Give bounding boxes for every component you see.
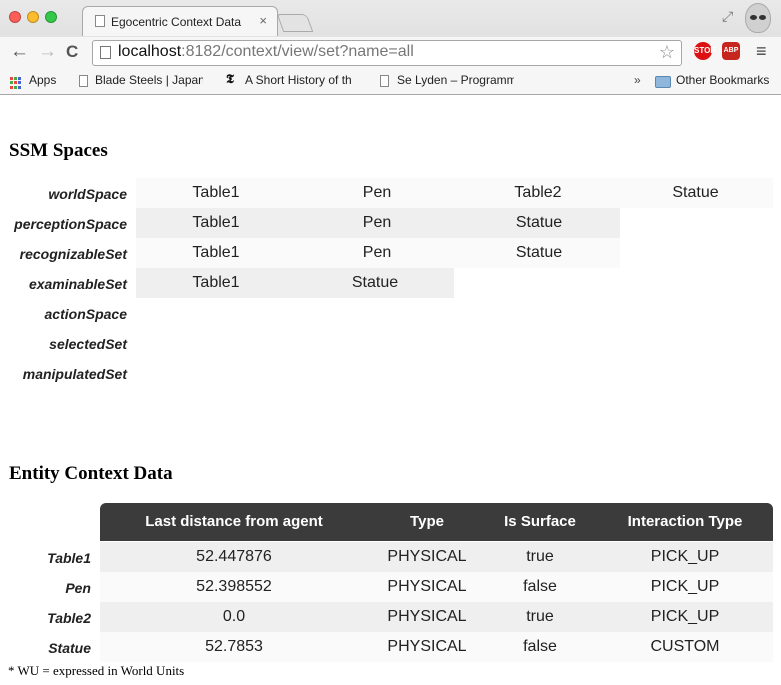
surface-cell: true [526, 548, 554, 565]
bookmarks-bar: Apps Blade Steels | Japan 𝕿 A Short Hist… [0, 69, 781, 94]
entity-row-label: Pen [65, 580, 91, 596]
column-header: Type [410, 513, 444, 530]
table-row: 52.7853 PHYSICAL false CUSTOM [100, 632, 773, 662]
row-label-examinableset: examinableSet [28, 276, 127, 292]
row-label-perceptionspace: perceptionSpace [14, 216, 127, 232]
tab-title: Egocentric Context Data [111, 15, 242, 29]
profile-avatar-icon[interactable] [745, 3, 771, 33]
ssm-cell: Table1 [136, 208, 296, 238]
entity-table-header: Last distance from agent Type Is Surface… [100, 503, 773, 541]
surface-cell: true [526, 608, 554, 625]
ssm-cell: Table2 [458, 178, 618, 208]
page-icon [79, 75, 88, 87]
tab-close-icon[interactable]: × [259, 13, 267, 28]
table-row: 52.447876 PHYSICAL true PICK_UP [100, 542, 773, 572]
forward-button[interactable]: → [38, 42, 57, 62]
browser-chrome: Egocentric Context Data × ⤢ ← → C localh… [0, 0, 781, 95]
row-label-manipulatedset: manipulatedSet [22, 366, 127, 382]
bookmark-item[interactable]: Blade Steels | Japan [95, 73, 203, 87]
browser-toolbar: ← → C localhost:8182/context/view/set?na… [0, 37, 781, 69]
interaction-cell: PICK_UP [650, 608, 720, 625]
entity-context-heading: Entity Context Data [9, 463, 173, 484]
bookmark-apps[interactable]: Apps [29, 73, 56, 87]
ssm-cell: Table1 [136, 268, 296, 298]
column-header: Last distance from agent [145, 513, 323, 530]
row-label-recognizableset: recognizableSet [19, 246, 127, 262]
ssm-cell: Pen [296, 178, 458, 208]
interaction-cell: CUSTOM [650, 638, 720, 655]
ssm-cell: Table1 [136, 238, 296, 268]
folder-icon [655, 76, 671, 88]
type-cell: PHYSICAL [387, 578, 467, 595]
column-header: Interaction Type [627, 513, 743, 530]
footnote: * WU = expressed in World Units [8, 663, 185, 678]
page-icon [100, 46, 111, 59]
distance-cell: 52.7853 [205, 638, 263, 655]
window-controls [9, 11, 57, 23]
table-row: 52.398552 PHYSICAL false PICK_UP [100, 572, 773, 602]
zoom-window-button[interactable] [45, 11, 57, 23]
row-label-actionspace: actionSpace [44, 306, 127, 322]
url-text[interactable]: localhost:8182/context/view/set?name=all [118, 43, 414, 61]
ssm-cell: Statue [458, 208, 620, 238]
bookmark-other[interactable]: Other Bookmarks [676, 73, 769, 87]
distance-cell: 52.447876 [196, 548, 272, 565]
entity-row-label: Table1 [47, 550, 91, 566]
apps-icon[interactable] [10, 77, 22, 89]
surface-cell: false [523, 638, 557, 655]
new-tab-button[interactable] [276, 14, 314, 32]
table-row: 0.0 PHYSICAL true PICK_UP [100, 602, 773, 632]
chrome-menu-icon[interactable]: ≡ [756, 42, 767, 60]
entity-row-label: Statue [48, 640, 91, 656]
bookmark-star-icon[interactable]: ☆ [659, 42, 675, 63]
distance-cell: 52.398552 [196, 578, 272, 595]
ssm-cell: Table1 [136, 178, 296, 208]
bookmark-item[interactable]: Se Lyden – Programm [397, 73, 514, 87]
ssm-cell: Statue [458, 238, 620, 268]
nyt-icon: 𝕿 [226, 72, 234, 87]
fullscreen-icon[interactable]: ⤢ [722, 8, 733, 25]
ssm-cell: Pen [296, 208, 458, 238]
row-label-worldspace: worldSpace [48, 186, 127, 202]
ssm-cell: Statue [618, 178, 773, 208]
adblock-plus-icon[interactable]: ABP [722, 42, 740, 60]
distance-cell: 0.0 [222, 608, 246, 625]
entity-row-label: Table2 [47, 610, 91, 626]
tab-egocentric-context-data[interactable]: Egocentric Context Data × [82, 6, 278, 36]
address-bar[interactable]: localhost:8182/context/view/set?name=all… [92, 40, 682, 66]
close-window-button[interactable] [9, 11, 21, 23]
page-icon [380, 75, 389, 87]
surface-cell: false [523, 578, 557, 595]
bookmarks-overflow-icon[interactable]: » [634, 73, 641, 87]
ssm-cell: Pen [296, 238, 458, 268]
interaction-cell: PICK_UP [650, 578, 720, 595]
minimize-window-button[interactable] [27, 11, 39, 23]
reload-button[interactable]: C [66, 42, 78, 62]
stop-extension-icon[interactable]: STOP [694, 42, 716, 60]
ssm-spaces-heading: SSM Spaces [9, 140, 108, 161]
back-button[interactable]: ← [10, 42, 29, 62]
type-cell: PHYSICAL [387, 638, 467, 655]
page-icon [95, 15, 105, 27]
type-cell: PHYSICAL [387, 548, 467, 565]
column-header: Is Surface [504, 513, 576, 530]
row-label-selectedset: selectedSet [49, 336, 127, 352]
bookmark-item[interactable]: A Short History of th [245, 73, 361, 87]
ssm-cell: Statue [296, 268, 454, 298]
type-cell: PHYSICAL [387, 608, 467, 625]
interaction-cell: PICK_UP [650, 548, 720, 565]
